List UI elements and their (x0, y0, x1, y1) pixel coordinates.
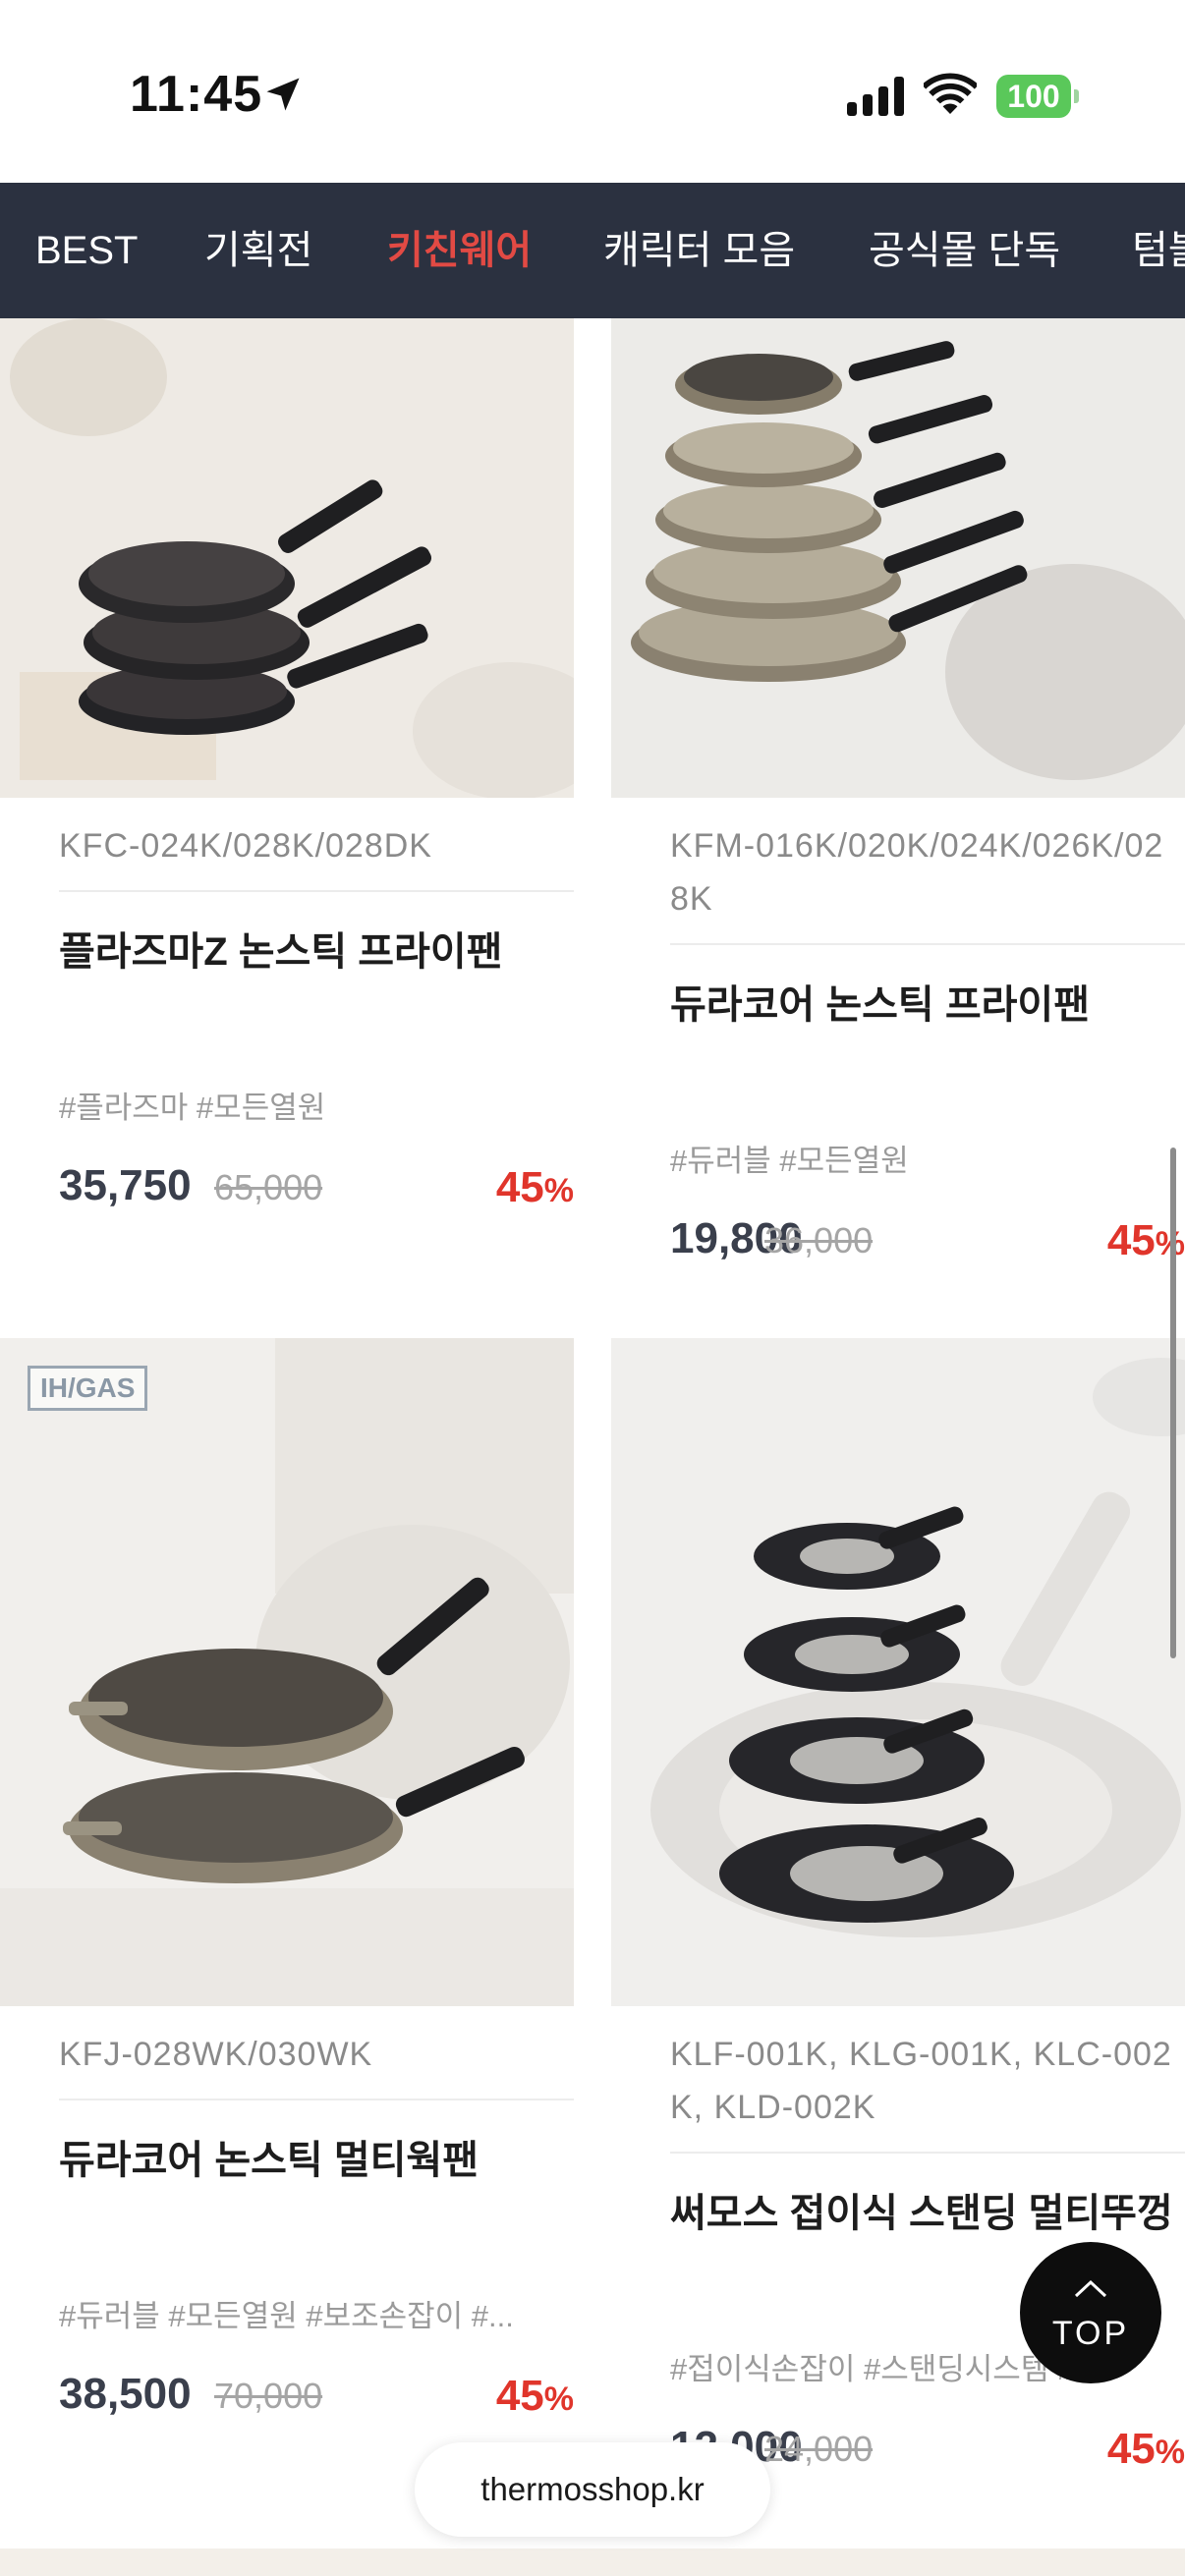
original-price: 65,000 (214, 1167, 323, 1207)
next-product-row (0, 2548, 1185, 2576)
tab-tumbler[interactable]: 텀블 (1132, 183, 1185, 318)
product-name[interactable]: 플라즈마Z 논스틱 프라이팬 (59, 920, 502, 977)
battery-icon: 100 (996, 75, 1079, 118)
product-card[interactable]: KFM-016K/020K/024K/026K/028K 듀라코어 논스틱 프라… (611, 318, 1185, 1301)
sale-price: 38,500 (59, 2370, 192, 2418)
product-model: KFM-016K/020K/024K/026K/028K (670, 827, 1164, 918)
product-model: KFJ-028WK/030WK (59, 2036, 373, 2073)
address-bar[interactable]: thermosshop.kr (415, 2442, 770, 2537)
tab-characters[interactable]: 캐릭터 모음 (603, 183, 795, 318)
tab-best[interactable]: BEST (35, 183, 138, 318)
category-nav: BEST 기획전 키친웨어 캐릭터 모음 공식몰 단독 텀블 (0, 183, 1185, 318)
discount-rate: 45% (1106, 2425, 1185, 2473)
tab-kitchenware[interactable]: 키친웨어 (387, 183, 532, 318)
top-button-label: TOP (1051, 2315, 1130, 2352)
product-name[interactable]: 써모스 접이식 스탠딩 멀티뚜껑 (670, 2181, 1173, 2238)
discount-rate: 45% (495, 2372, 574, 2420)
product-name[interactable]: 듀라코어 논스틱 멀티웍팬 (59, 2128, 479, 2185)
product-card[interactable]: IH/GAS KFJ-028WK/030WK 듀라코어 논스틱 멀티웍팬 #듀러… (0, 1338, 574, 2548)
divider (670, 943, 1185, 945)
product-name[interactable]: 듀라코어 논스틱 프라이팬 (670, 973, 1090, 1030)
location-arrow-icon (266, 78, 300, 111)
product-tags: #듀러블 #모든열원 #보조손잡이 #... (59, 2299, 514, 2333)
product-image[interactable] (0, 318, 574, 798)
tab-exclusive[interactable]: 공식몰 단독 (869, 183, 1060, 318)
product-image[interactable] (611, 1338, 1185, 2006)
original-price: 70,000 (214, 2376, 323, 2416)
sale-price: 35,750 (59, 1161, 192, 1209)
tab-promotions[interactable]: 기획전 (204, 183, 312, 318)
product-tags: #듀러블 #모든열원 (670, 1144, 909, 1178)
scrollbar[interactable] (1170, 1148, 1176, 1658)
status-bar: 11:45 100 (0, 0, 1185, 183)
original-price: 24,000 (764, 2429, 874, 2469)
product-model: KFC-024K/028K/028DK (59, 827, 432, 865)
divider (59, 2099, 574, 2100)
cellular-signal-icon (847, 77, 904, 116)
chevron-up-icon (1074, 2279, 1107, 2298)
product-image[interactable] (611, 318, 1185, 798)
wifi-icon (924, 73, 977, 114)
product-tags: #플라즈마 #모든열원 (59, 1091, 326, 1125)
battery-level: 100 (996, 75, 1071, 118)
product-image[interactable] (0, 1338, 574, 2006)
divider (59, 890, 574, 892)
divider (670, 2152, 1185, 2154)
product-model: KLF-001K, KLG-001K, KLC-002K, KLD-002K (670, 2036, 1172, 2126)
product-card[interactable]: KFC-024K/028K/028DK 플라즈마Z 논스틱 프라이팬 #플라즈마… (0, 318, 574, 1301)
scroll-to-top-button[interactable]: TOP (1020, 2242, 1161, 2383)
discount-rate: 45% (495, 1163, 574, 1211)
ih-gas-badge: IH/GAS (28, 1366, 148, 1411)
status-time: 11:45 (130, 66, 263, 123)
original-price: 36,000 (764, 1220, 874, 1260)
